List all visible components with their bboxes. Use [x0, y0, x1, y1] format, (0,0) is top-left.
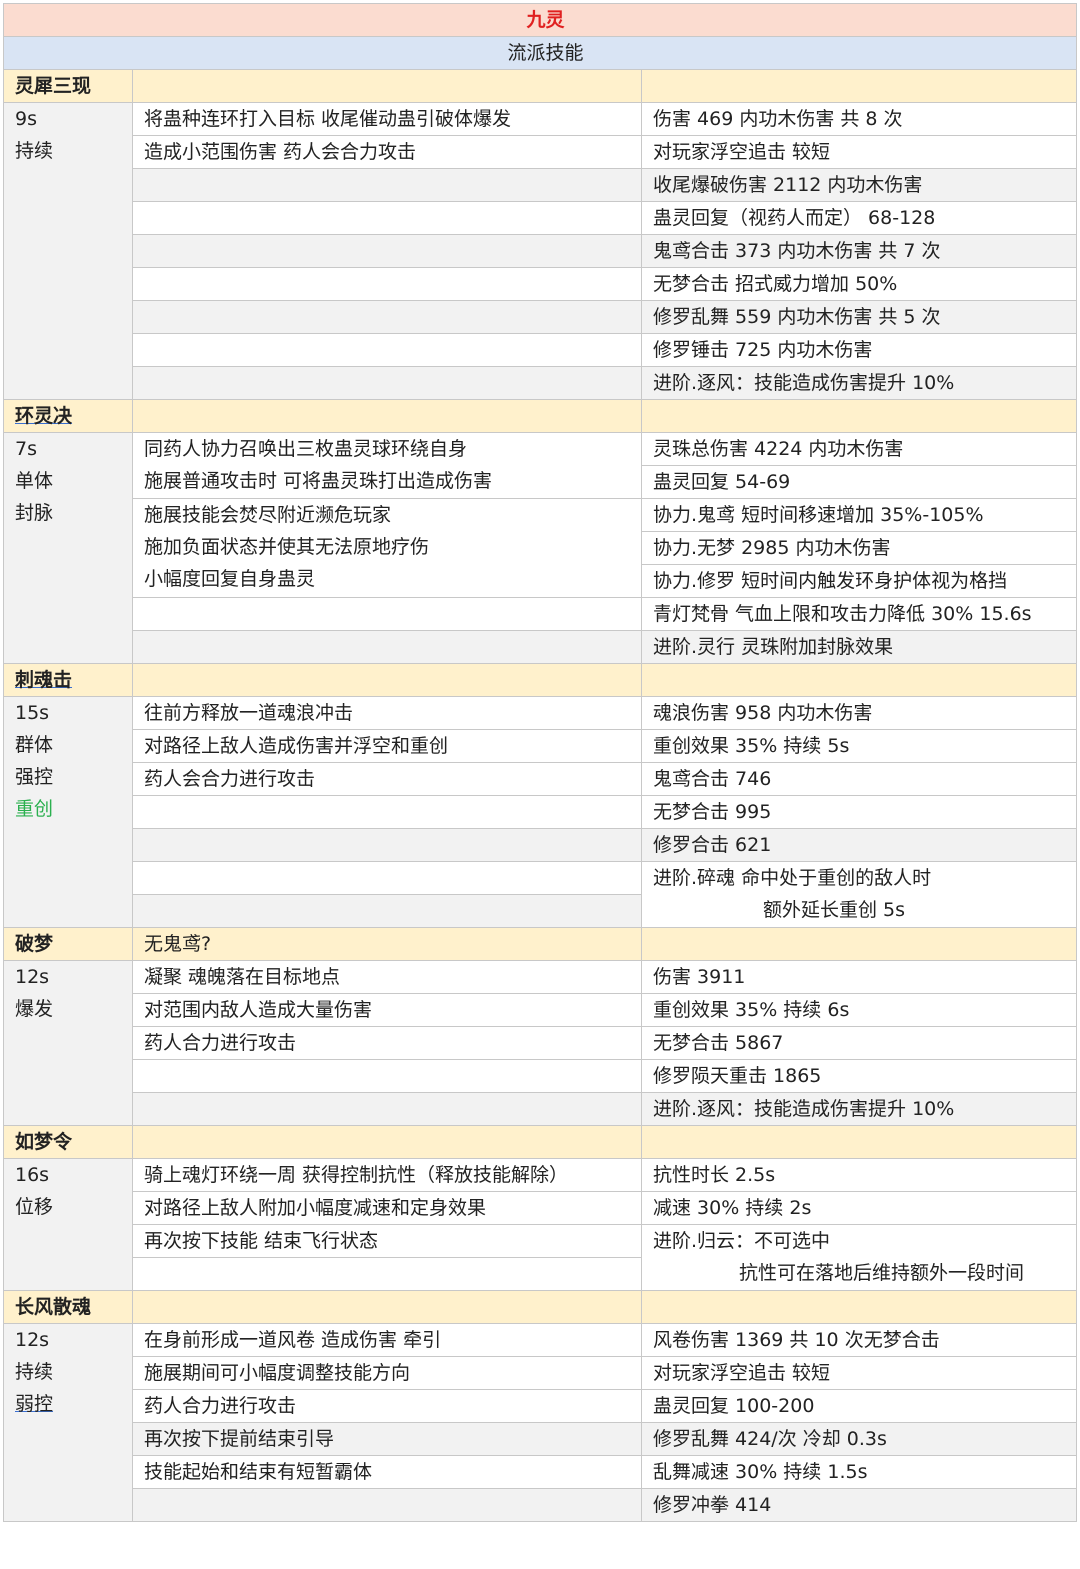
section-header-row: 灵犀三现: [3, 69, 1077, 103]
effect-cell[interactable]: 灵珠总伤害 4224 内功木伤害: [641, 432, 1077, 466]
effect-cell[interactable]: 进阶.灵行 灵珠附加封脉效果: [641, 630, 1077, 664]
effect-cell[interactable]: 无梦合击 5867: [641, 1026, 1077, 1060]
desc-cell[interactable]: [132, 234, 642, 268]
effect-cell[interactable]: 进阶.归云：不可选中 抗性可在落地后维持额外一段时间: [641, 1224, 1077, 1291]
desc-cell[interactable]: 再次按下提前结束引导: [132, 1422, 642, 1456]
section-name[interactable]: 长风散魂: [3, 1290, 133, 1324]
effect-cell[interactable]: 减速 30% 持续 2s: [641, 1191, 1077, 1225]
section-name[interactable]: 破梦: [3, 927, 133, 961]
effect-cell[interactable]: 蛊灵回复 54-69: [641, 465, 1077, 499]
effect-cell[interactable]: 重创效果 35% 持续 6s: [641, 993, 1077, 1027]
effect-cell[interactable]: 鬼鸢合击 373 内功木伤害 共 7 次: [641, 234, 1077, 268]
effect-cell[interactable]: 修罗乱舞 559 内功木伤害 共 5 次: [641, 300, 1077, 334]
desc-cell[interactable]: 对路径上敌人造成伤害并浮空和重创: [132, 729, 642, 763]
section-empty[interactable]: [641, 399, 1077, 433]
section-name[interactable]: 环灵决: [3, 399, 133, 433]
section-note[interactable]: [132, 399, 642, 433]
effect-cell[interactable]: 收尾爆破伤害 2112 内功木伤害: [641, 168, 1077, 202]
desc-cell[interactable]: 对路径上敌人附加小幅度减速和定身效果: [132, 1191, 642, 1225]
desc-cell[interactable]: [132, 366, 642, 400]
desc-cell[interactable]: 药人会合力进行攻击: [132, 762, 642, 796]
desc-cell[interactable]: [132, 894, 642, 928]
effect-cell[interactable]: 进阶.逐风：技能造成伤害提升 10%: [641, 366, 1077, 400]
section-note[interactable]: 无鬼鸢?: [132, 927, 642, 961]
effect-cell[interactable]: 抗性时长 2.5s: [641, 1158, 1077, 1192]
skill-meta[interactable]: 9s 持续: [3, 102, 133, 400]
desc-cell[interactable]: [132, 168, 642, 202]
skill-meta[interactable]: 15s 群体 强控 重创: [3, 696, 133, 928]
desc-cell[interactable]: 施展期间可小幅度调整技能方向: [132, 1356, 642, 1390]
effect-cell[interactable]: 无梦合击 招式威力增加 50%: [641, 267, 1077, 301]
desc-cell[interactable]: [132, 201, 642, 235]
skill-meta[interactable]: 16s 位移: [3, 1158, 133, 1291]
effect-cell[interactable]: 风卷伤害 1369 共 10 次无梦合击: [641, 1323, 1077, 1357]
desc-cell[interactable]: [132, 795, 642, 829]
effect-cell[interactable]: 协力.无梦 2985 内功木伤害: [641, 531, 1077, 565]
desc-cell[interactable]: [132, 1488, 642, 1522]
effect-cell[interactable]: 进阶.碎魂 命中处于重创的敌人时 额外延长重创 5s: [641, 861, 1077, 928]
desc-cell[interactable]: 将蛊种连环打入目标 收尾催动蛊引破体爆发: [132, 102, 642, 136]
effect-cell[interactable]: 修罗合击 621: [641, 828, 1077, 862]
effect-cell[interactable]: 青灯梵骨 气血上限和攻击力降低 30% 15.6s: [641, 597, 1077, 631]
skill-table: 九灵 流派技能 灵犀三现 9s 持续 将蛊种连环打入目标 收尾催动蛊引破体爆发 伤…: [3, 3, 1077, 1522]
skill-meta[interactable]: 12s 爆发: [3, 960, 133, 1126]
desc-cell[interactable]: 对范围内敌人造成大量伤害: [132, 993, 642, 1027]
effect-cell[interactable]: 修罗陨天重击 1865: [641, 1059, 1077, 1093]
section-empty[interactable]: [641, 927, 1077, 961]
desc-cell[interactable]: 技能起始和结束有短暂霸体: [132, 1455, 642, 1489]
effect-cell[interactable]: 重创效果 35% 持续 5s: [641, 729, 1077, 763]
effect-cell[interactable]: 无梦合击 995: [641, 795, 1077, 829]
sheet-subtitle[interactable]: 流派技能: [3, 36, 1077, 70]
desc-cell[interactable]: 再次按下技能 结束飞行状态: [132, 1224, 642, 1258]
desc-cell[interactable]: [132, 861, 642, 895]
section-note[interactable]: [132, 1290, 642, 1324]
desc-cell[interactable]: [132, 300, 642, 334]
effect-cell[interactable]: 伤害 469 内功木伤害 共 8 次: [641, 102, 1077, 136]
skill-meta[interactable]: 12s 持续 弱控: [3, 1323, 133, 1522]
effect-cell[interactable]: 伤害 3911: [641, 960, 1077, 994]
desc-cell[interactable]: [132, 597, 642, 631]
section-note[interactable]: [132, 663, 642, 697]
effect-cell[interactable]: 蛊灵回复 100-200: [641, 1389, 1077, 1423]
section-note[interactable]: [132, 69, 642, 103]
sheet-title[interactable]: 九灵: [3, 3, 1077, 37]
desc-cell[interactable]: 造成小范围伤害 药人会合力攻击: [132, 135, 642, 169]
desc-cell[interactable]: [132, 267, 642, 301]
desc-cell[interactable]: 凝聚 魂魄落在目标地点: [132, 960, 642, 994]
section-empty[interactable]: [641, 1290, 1077, 1324]
effect-cell[interactable]: 修罗冲拳 414: [641, 1488, 1077, 1522]
desc-cell[interactable]: 在身前形成一道风卷 造成伤害 牵引: [132, 1323, 642, 1357]
effect-cell[interactable]: 修罗乱舞 424/次 冷却 0.3s: [641, 1422, 1077, 1456]
section-empty[interactable]: [641, 69, 1077, 103]
effect-cell[interactable]: 协力.修罗 短时间内触发环身护体视为格挡: [641, 564, 1077, 598]
desc-cell[interactable]: [132, 333, 642, 367]
desc-cell[interactable]: 施展技能会焚尽附近濒危玩家 施加负面状态并使其无法原地疗伤 小幅度回复自身蛊灵: [132, 498, 642, 598]
desc-cell[interactable]: 药人合力进行攻击: [132, 1026, 642, 1060]
desc-cell[interactable]: [132, 630, 642, 664]
section-empty[interactable]: [641, 663, 1077, 697]
section-note[interactable]: [132, 1125, 642, 1159]
desc-cell[interactable]: 往前方释放一道魂浪冲击: [132, 696, 642, 730]
desc-cell[interactable]: [132, 1257, 642, 1291]
effect-cell[interactable]: 修罗锤击 725 内功木伤害: [641, 333, 1077, 367]
section-name[interactable]: 刺魂击: [3, 663, 133, 697]
effect-cell[interactable]: 对玩家浮空追击 较短: [641, 135, 1077, 169]
effect-cell[interactable]: 协力.鬼鸢 短时间移速增加 35%-105%: [641, 498, 1077, 532]
effect-cell[interactable]: 蛊灵回复（视药人而定） 68-128: [641, 201, 1077, 235]
section-empty[interactable]: [641, 1125, 1077, 1159]
desc-cell[interactable]: 药人合力进行攻击: [132, 1389, 642, 1423]
effect-cell[interactable]: 鬼鸢合击 746: [641, 762, 1077, 796]
section-name[interactable]: 如梦令: [3, 1125, 133, 1159]
effect-cell[interactable]: 魂浪伤害 958 内功木伤害: [641, 696, 1077, 730]
desc-cell[interactable]: 骑上魂灯环绕一周 获得控制抗性（释放技能解除）: [132, 1158, 642, 1192]
desc-cell[interactable]: 同药人协力召唤出三枚蛊灵球环绕自身 施展普通攻击时 可将蛊灵珠打出造成伤害: [132, 432, 642, 499]
desc-cell[interactable]: [132, 828, 642, 862]
desc-cell[interactable]: [132, 1059, 642, 1093]
effect-cell[interactable]: 乱舞减速 30% 持续 1.5s: [641, 1455, 1077, 1489]
effect-cell[interactable]: 对玩家浮空追击 较短: [641, 1356, 1077, 1390]
desc-cell[interactable]: [132, 1092, 642, 1126]
skill-meta[interactable]: 7s 单体 封脉: [3, 432, 133, 664]
section-name[interactable]: 灵犀三现: [3, 69, 133, 103]
effect-cell[interactable]: 进阶.逐风：技能造成伤害提升 10%: [641, 1092, 1077, 1126]
